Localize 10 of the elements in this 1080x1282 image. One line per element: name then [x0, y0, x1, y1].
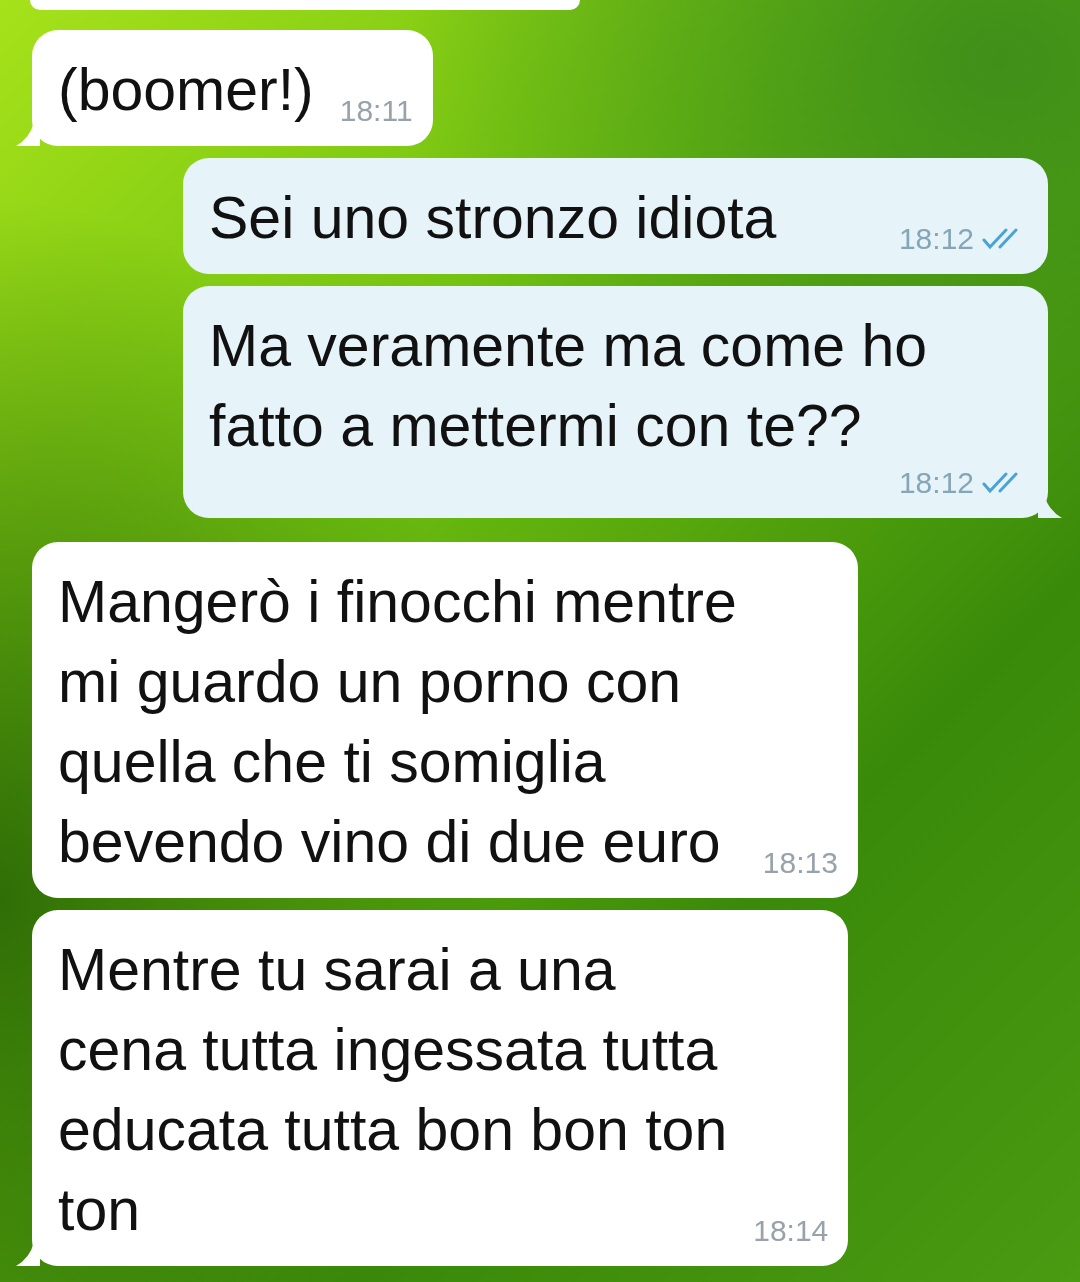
message-text: Sei uno stronzo idiota	[209, 184, 777, 253]
message-time: 18:14	[753, 1214, 829, 1248]
message-text: Mentre tu sarai a una cena tutta ingessata tutta educata tutta bon bon ton ton	[58, 936, 728, 1245]
message-text: (boomer!)	[58, 56, 314, 125]
message-text: Ma veramente ma come ho fatto a mettermi con te??	[209, 312, 928, 461]
message-time: 18:12	[898, 466, 974, 500]
message-time: 18:13	[762, 846, 838, 880]
message-time: 18:12	[898, 222, 974, 256]
message-text: Mangerò i finocchi mentre mi guardo un porno con quella che ti somiglia bevendo vino di due euro	[58, 568, 737, 877]
message-time: 18:11	[339, 94, 413, 128]
